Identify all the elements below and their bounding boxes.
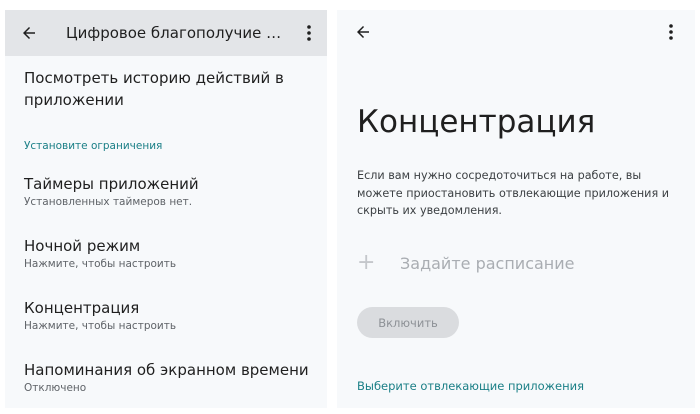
focus-description: Если вам нужно сосредоточиться на работе… xyxy=(357,169,669,217)
arrow-back-icon xyxy=(23,27,35,39)
back-button[interactable] xyxy=(13,17,45,49)
list-item-night-mode[interactable]: Ночной режим Нажмите, чтобы настроить xyxy=(24,235,319,271)
item-subtitle: Установленных таймеров нет. xyxy=(24,196,193,208)
item-title: Напоминания об экранном времени xyxy=(24,361,309,379)
more-vert-icon xyxy=(307,25,311,41)
set-schedule-label: Задайте расписание xyxy=(400,253,575,273)
view-history-label: Посмотреть историю действий в приложении xyxy=(24,69,284,109)
item-subtitle: Нажмите, чтобы настроить xyxy=(24,320,177,332)
list-item-focus-mode[interactable]: Концентрация Нажмите, чтобы настроить xyxy=(24,297,319,333)
page-title: Цифровое благополучие и родительский кон… xyxy=(66,24,288,42)
item-title: Концентрация xyxy=(24,299,140,317)
arrow-back-icon xyxy=(357,26,369,38)
more-options-button[interactable] xyxy=(297,17,321,49)
select-distracting-apps-link[interactable]: Выберите отвлекающие приложения xyxy=(357,379,584,393)
focus-mode-screen: Концентрация Если вам нужно сосредоточит… xyxy=(337,10,695,408)
item-title: Ночной режим xyxy=(24,237,141,255)
page-title: Концентрация xyxy=(357,104,596,140)
set-schedule-row[interactable]: + Задайте расписание xyxy=(357,252,575,274)
top-app-bar: Цифровое благополучие и родительский кон… xyxy=(5,10,327,56)
more-vert-icon xyxy=(669,24,673,40)
section-header-limits: Установите ограничения xyxy=(24,140,163,152)
item-subtitle: Нажмите, чтобы настроить xyxy=(24,258,177,270)
list-item-screen-time-reminders[interactable]: Напоминания об экранном времени Отключен… xyxy=(24,359,319,395)
item-title: Таймеры приложений xyxy=(24,175,199,193)
digital-wellbeing-screen: Цифровое благополучие и родительский кон… xyxy=(5,10,327,408)
enable-button[interactable]: Включить xyxy=(357,307,459,338)
back-button[interactable] xyxy=(347,16,379,48)
item-subtitle: Отключено xyxy=(24,382,87,394)
plus-icon: + xyxy=(357,250,376,275)
view-history-item[interactable]: Посмотреть историю действий в приложении xyxy=(24,67,319,111)
list-item-app-timers[interactable]: Таймеры приложений Установленных таймеро… xyxy=(24,173,319,209)
more-options-button[interactable] xyxy=(659,16,683,48)
